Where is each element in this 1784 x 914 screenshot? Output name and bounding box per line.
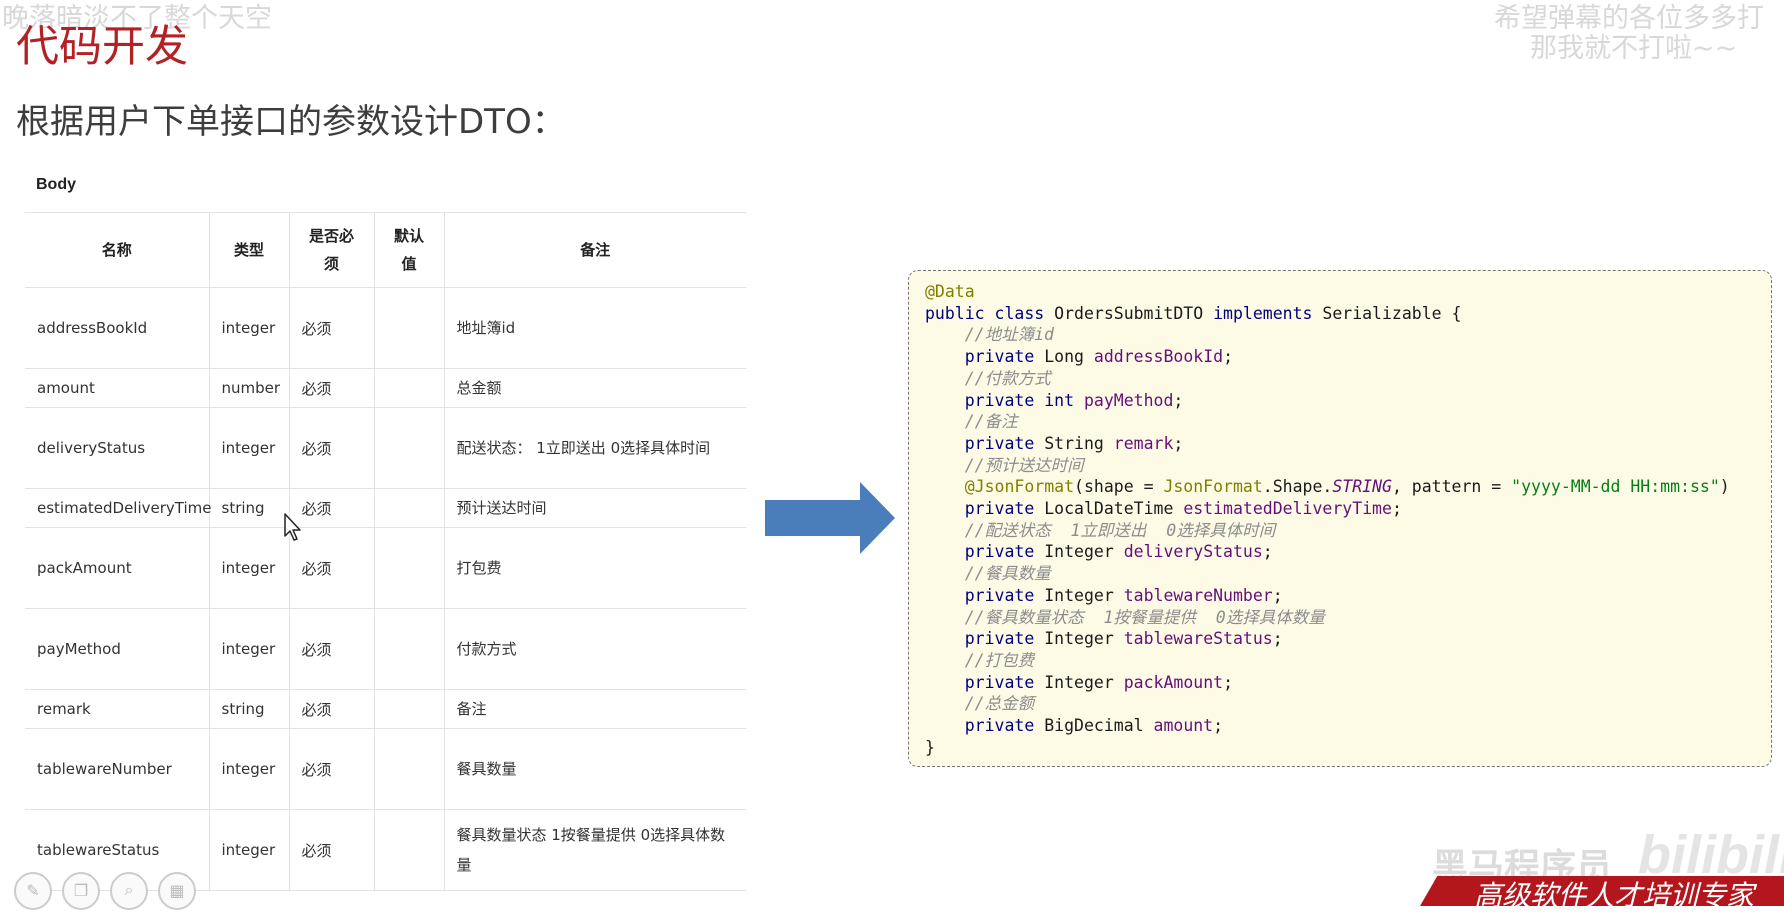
table-row: addressBookId integer 必须 地址簿id (25, 287, 746, 369)
table-header-row: 名称 类型 是否必须 默认值 备注 (25, 212, 746, 288)
cell-name: payMethod (25, 608, 210, 690)
copy-icon[interactable]: ❐ (62, 872, 100, 910)
header-name: 名称 (25, 212, 210, 288)
table-row: deliveryStatus integer 必须 配送状态： 1立即送出 0选… (25, 407, 746, 489)
cell-default (374, 689, 445, 729)
cell-remark: 餐具数量状态 1按餐量提供 0选择具体数量 (444, 809, 746, 891)
cell-type: integer (209, 287, 290, 369)
cell-default (374, 527, 445, 609)
cell-remark: 备注 (444, 689, 746, 729)
cell-type: integer (209, 407, 290, 489)
code-block: @Data public class OrdersSubmitDTO imple… (908, 270, 1772, 767)
footer-banner-text: 高级软件人才培训专家 (1474, 879, 1755, 912)
cell-type: string (209, 689, 290, 729)
cell-required: 必须 (289, 689, 375, 729)
header-default: 默认值 (374, 212, 445, 288)
cell-type: number (209, 368, 290, 408)
cell-name: remark (25, 689, 210, 729)
cell-type: integer (209, 527, 290, 609)
table-row: amount number 必须 总金额 (25, 368, 746, 408)
cell-required: 必须 (289, 407, 375, 489)
cell-type: integer (209, 728, 290, 810)
cell-remark: 打包费 (444, 527, 746, 609)
table-row: tablewareNumber integer 必须 餐具数量 (25, 728, 746, 810)
cell-remark: 付款方式 (444, 608, 746, 690)
table-row: remark string 必须 备注 (25, 689, 746, 729)
cell-default (374, 809, 445, 891)
presentation-toolbar: ✎ ❐ ⌕ ▦ (14, 872, 196, 910)
grid-icon[interactable]: ▦ (158, 872, 196, 910)
right-arrow-icon (765, 482, 895, 554)
cell-name: tablewareNumber (25, 728, 210, 810)
table-row: packAmount integer 必须 打包费 (25, 527, 746, 609)
danmaku-right-1: 希望弹幕的各位多多打 (1494, 3, 1764, 34)
cell-remark: 配送状态： 1立即送出 0选择具体时间 (444, 407, 746, 489)
cell-type: string (209, 488, 290, 528)
table-row: payMethod integer 必须 付款方式 (25, 608, 746, 690)
slide-subtitle: 根据用户下单接口的参数设计DTO： (16, 102, 566, 142)
slide-title: 代码开发 (16, 22, 188, 72)
code-text: @Data public class OrdersSubmitDTO imple… (925, 282, 1730, 757)
cell-default (374, 287, 445, 369)
cell-name: estimatedDeliveryTime (25, 488, 212, 528)
cell-required: 必须 (289, 809, 375, 891)
cell-remark: 餐具数量 (444, 728, 746, 810)
cell-required: 必须 (289, 368, 375, 408)
danmaku-right-2: 那我就不打啦~~ (1530, 33, 1738, 64)
header-remark: 备注 (444, 212, 746, 288)
cell-required: 必须 (289, 728, 375, 810)
body-section-label: Body (36, 176, 76, 193)
cell-default (374, 407, 445, 489)
search-icon[interactable]: ⌕ (110, 872, 148, 910)
table-row: estimatedDeliveryTime string 必须 预计送达时间 (25, 488, 746, 528)
cell-name: addressBookId (25, 287, 210, 369)
cell-default (374, 728, 445, 810)
header-required: 是否必须 (289, 212, 375, 288)
cell-default (374, 368, 445, 408)
cell-type: integer (209, 809, 290, 891)
cell-default (374, 488, 445, 528)
params-table: 名称 类型 是否必须 默认值 备注 addressBookId integer … (25, 212, 746, 891)
cell-type: integer (209, 608, 290, 690)
cell-required: 必须 (289, 608, 375, 690)
cell-default (374, 608, 445, 690)
cell-name: deliveryStatus (25, 407, 210, 489)
mouse-cursor-icon (284, 513, 301, 541)
pen-icon[interactable]: ✎ (14, 872, 52, 910)
header-type: 类型 (209, 212, 290, 288)
cell-name: packAmount (25, 527, 210, 609)
cell-remark: 总金额 (444, 368, 746, 408)
cell-required: 必须 (289, 287, 375, 369)
cell-name: amount (25, 368, 210, 408)
cell-remark: 预计送达时间 (444, 488, 746, 528)
cell-remark: 地址簿id (444, 287, 746, 369)
